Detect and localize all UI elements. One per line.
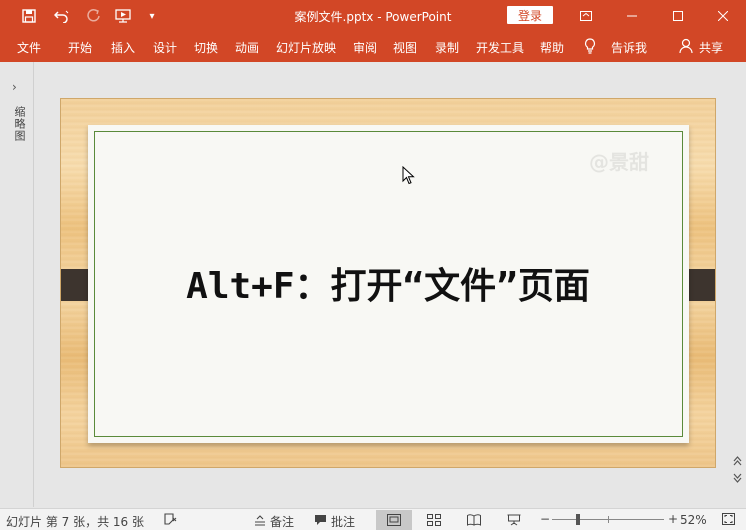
zoom-slider-center-tick [608, 516, 609, 523]
title-bar: ▾ 案例文件.pptx - PowerPoint 登录 [0, 0, 746, 32]
tab-file[interactable]: 文件 [17, 39, 41, 56]
chevron-right-icon[interactable]: › [12, 80, 17, 94]
accessibility-icon[interactable] [164, 513, 178, 526]
ribbon-tab-bar: 文件 开始 插入 设计 切换 动画 幻灯片放映 审阅 视图 录制 开发工具 帮助… [0, 32, 746, 62]
slide-count[interactable]: 幻灯片 第 7 张，共 16 张 [6, 513, 144, 530]
tab-developer[interactable]: 开发工具 [476, 39, 524, 56]
notes-button[interactable]: 备注 [254, 513, 294, 530]
redo-icon[interactable] [85, 6, 103, 26]
save-icon[interactable] [19, 6, 39, 26]
ribbon-display-options-icon[interactable] [563, 0, 609, 32]
share-button[interactable]: 共享 [699, 39, 723, 56]
tab-insert[interactable]: 插入 [111, 39, 135, 56]
minimize-icon[interactable] [609, 0, 655, 32]
tell-me-search[interactable]: 告诉我 [611, 39, 647, 56]
share-icon[interactable] [679, 38, 693, 57]
tab-animations[interactable]: 动画 [235, 39, 259, 56]
mouse-cursor-icon [402, 166, 415, 185]
notes-label: 备注 [270, 515, 295, 529]
reading-view-icon[interactable] [456, 510, 492, 530]
maximize-icon[interactable] [655, 0, 701, 32]
thumbnail-panel-label[interactable]: 缩略图 [11, 106, 27, 142]
vertical-scrollbar[interactable] [729, 62, 746, 507]
fit-slide-icon[interactable] [722, 513, 735, 525]
zoom-slider-thumb[interactable] [576, 514, 580, 525]
comment-icon [314, 514, 327, 529]
previous-slide-icon[interactable] [729, 454, 746, 468]
normal-view-icon[interactable] [376, 510, 412, 530]
customize-quick-access-icon[interactable]: ▾ [146, 6, 158, 26]
tab-design[interactable]: 设计 [153, 39, 177, 56]
tab-help[interactable]: 帮助 [540, 39, 564, 56]
start-from-beginning-icon[interactable] [114, 6, 134, 26]
zoom-in-button[interactable]: + [668, 512, 678, 526]
close-icon[interactable] [700, 0, 746, 32]
tab-home[interactable]: 开始 [68, 39, 92, 56]
tab-view[interactable]: 视图 [393, 39, 417, 56]
tab-record[interactable]: 录制 [435, 39, 459, 56]
login-button[interactable]: 登录 [507, 6, 553, 24]
comments-label: 批注 [331, 515, 356, 529]
next-slide-icon[interactable] [729, 471, 746, 485]
tab-review[interactable]: 审阅 [353, 39, 377, 56]
tab-slide-show[interactable]: 幻灯片放映 [276, 39, 336, 56]
notes-icon [254, 514, 266, 529]
status-bar: 幻灯片 第 7 张，共 16 张 备注 批注 − + 52% [0, 508, 746, 530]
zoom-out-button[interactable]: − [540, 512, 550, 526]
watermark: @景甜 [589, 150, 649, 174]
slide[interactable]: @景甜 Alt+F：打开“文件”页面 [61, 99, 715, 467]
comments-button[interactable]: 批注 [314, 513, 355, 530]
slide-sorter-view-icon[interactable] [416, 510, 452, 530]
thumbnail-panel: › 缩略图 [0, 62, 34, 507]
tab-transitions[interactable]: 切换 [194, 39, 218, 56]
slide-heading[interactable]: Alt+F：打开“文件”页面 [61, 257, 715, 309]
undo-icon[interactable] [49, 6, 75, 26]
zoom-level-value[interactable]: 52% [680, 513, 707, 527]
slide-show-view-icon[interactable] [496, 510, 532, 530]
lightbulb-icon [584, 38, 596, 57]
